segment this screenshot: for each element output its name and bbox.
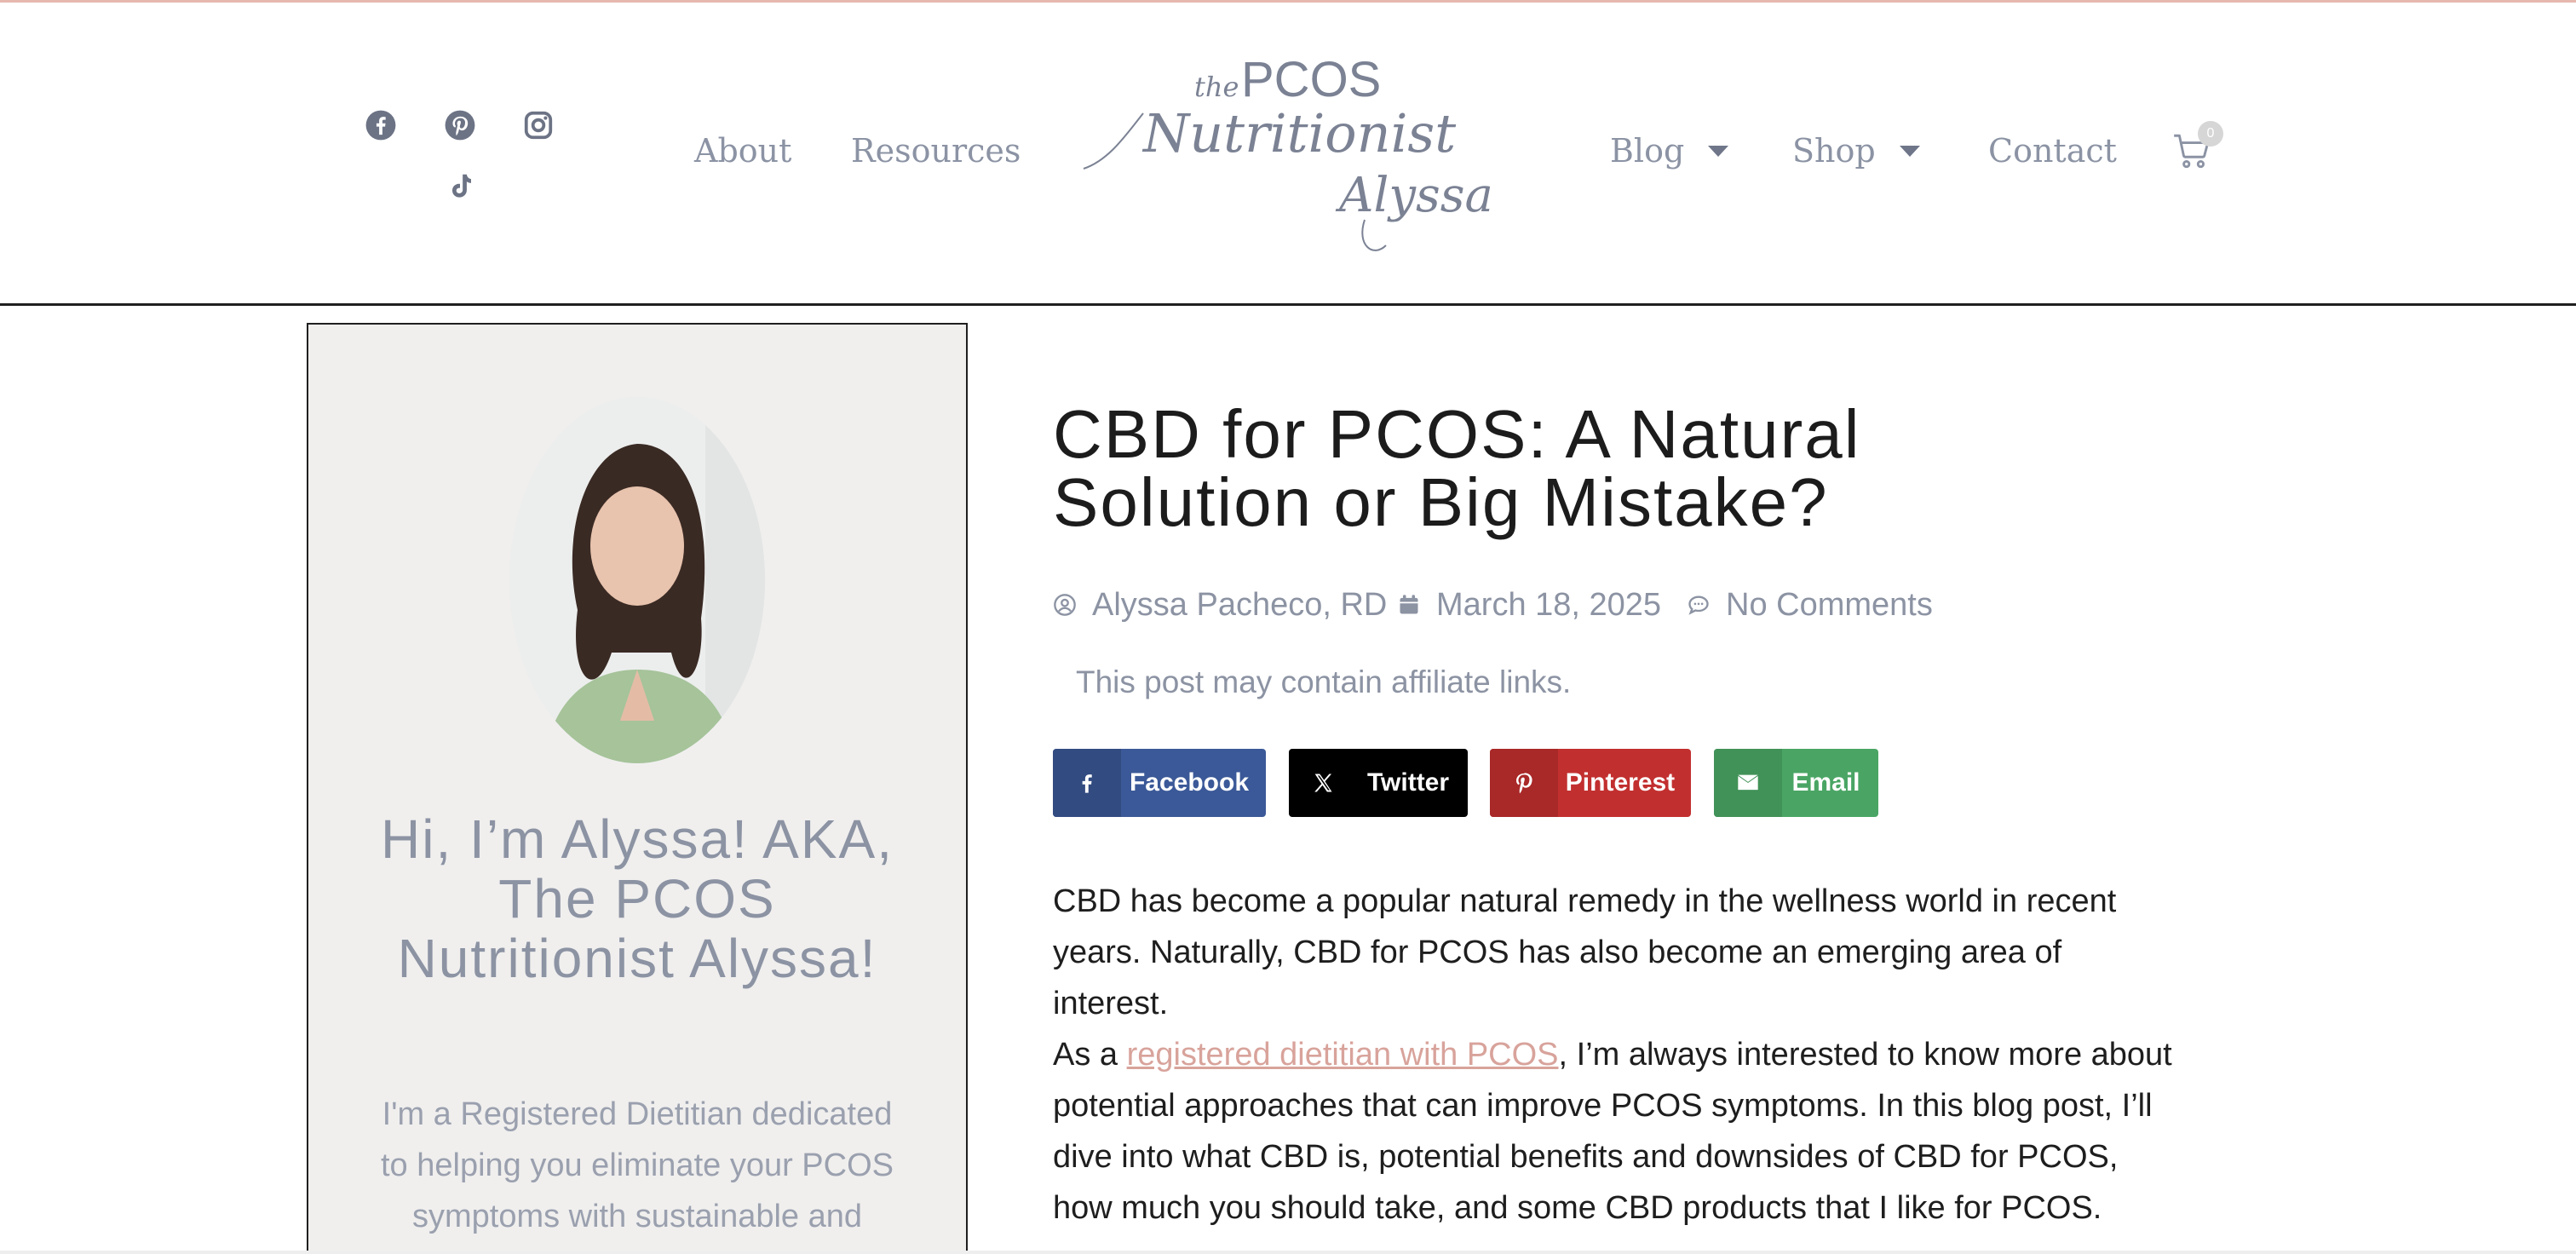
site-logo[interactable]: the PCOS Nutritionist Alyssa — [1075, 49, 1501, 262]
logo-nutritionist: Nutritionist — [1141, 102, 1456, 164]
comment-icon — [1688, 595, 1709, 615]
share-pinterest-button[interactable]: Pinterest — [1490, 749, 1691, 817]
share-pinterest-label: Pinterest — [1565, 768, 1676, 797]
nav-resources[interactable]: Resources — [851, 132, 1021, 170]
share-email-button[interactable]: Email — [1714, 749, 1878, 817]
post-paragraph-1: CBD has become a popular natural remedy … — [1053, 883, 2117, 1021]
rd-with-pcos-link[interactable]: registered dietitian with PCOS — [1127, 1037, 1559, 1073]
bottom-edge — [0, 1251, 2576, 1254]
chevron-down-icon — [1708, 145, 1729, 157]
nav-shop[interactable]: Shop — [1792, 132, 1920, 170]
nav-about-label: About — [694, 132, 792, 170]
paragraph-2-prefix: As a — [1053, 1037, 1127, 1073]
facebook-icon[interactable] — [362, 106, 400, 144]
facebook-icon — [1053, 749, 1121, 817]
nav-contact-label: Contact — [1988, 132, 2117, 170]
author-photo — [509, 397, 765, 763]
share-email-label: Email — [1791, 768, 1860, 797]
x-icon — [1289, 749, 1357, 817]
pinterest-icon[interactable] — [441, 106, 479, 144]
nav-resources-label: Resources — [851, 132, 1021, 170]
sidebar-intro-text: I'm a Registered Dietitian dedicated to … — [381, 1096, 894, 1234]
cart-count-badge: 0 — [2198, 121, 2223, 147]
share-facebook-button[interactable]: Facebook — [1053, 749, 1266, 817]
post-comments-text: No Comments — [1726, 586, 1933, 623]
post-paragraph-2: As a registered dietitian with PCOS, I’m… — [1053, 1029, 2177, 1234]
sidebar-title: Hi, I’m Alyssa! AKA, The PCOS Nutritioni… — [381, 808, 894, 989]
nav-contact[interactable]: Contact — [1988, 132, 2117, 170]
post-date[interactable]: March 18, 2025 — [1397, 579, 1661, 630]
user-icon — [1054, 594, 1076, 616]
share-twitter-label: Twitter — [1366, 768, 1450, 797]
affiliate-disclosure: This post may contain affiliate links. — [1076, 664, 1572, 699]
logo-alyssa: Alyssa — [1335, 168, 1493, 223]
pinterest-icon — [1490, 749, 1558, 817]
calendar-icon — [1400, 595, 1418, 614]
site-header: About Resources the PCOS Nutritionist Al… — [0, 3, 2576, 304]
nav-about[interactable]: About — [694, 132, 791, 170]
nav-blog-label: Blog — [1610, 132, 1685, 170]
logo-pcos: PCOS — [1241, 52, 1381, 107]
email-icon — [1714, 749, 1782, 817]
post-author[interactable]: Alyssa Pacheco, RD — [1053, 579, 1387, 630]
post-title: CBD for PCOS: A Natural Solution or Big … — [1053, 396, 1861, 540]
post-comments-link[interactable]: No Comments — [1687, 579, 1933, 630]
post-date-text: March 18, 2025 — [1436, 586, 1662, 623]
instagram-icon[interactable] — [520, 106, 557, 144]
header-divider — [0, 303, 2576, 306]
post-author-name: Alyssa Pacheco, RD — [1092, 586, 1388, 623]
nav-blog[interactable]: Blog — [1610, 132, 1729, 170]
share-twitter-button[interactable]: Twitter — [1289, 749, 1468, 817]
share-facebook-label: Facebook — [1129, 768, 1250, 797]
chevron-down-icon — [1899, 145, 1920, 157]
tiktok-icon[interactable] — [441, 168, 479, 205]
nav-shop-label: Shop — [1792, 132, 1876, 170]
logo-the: the — [1194, 71, 1239, 103]
